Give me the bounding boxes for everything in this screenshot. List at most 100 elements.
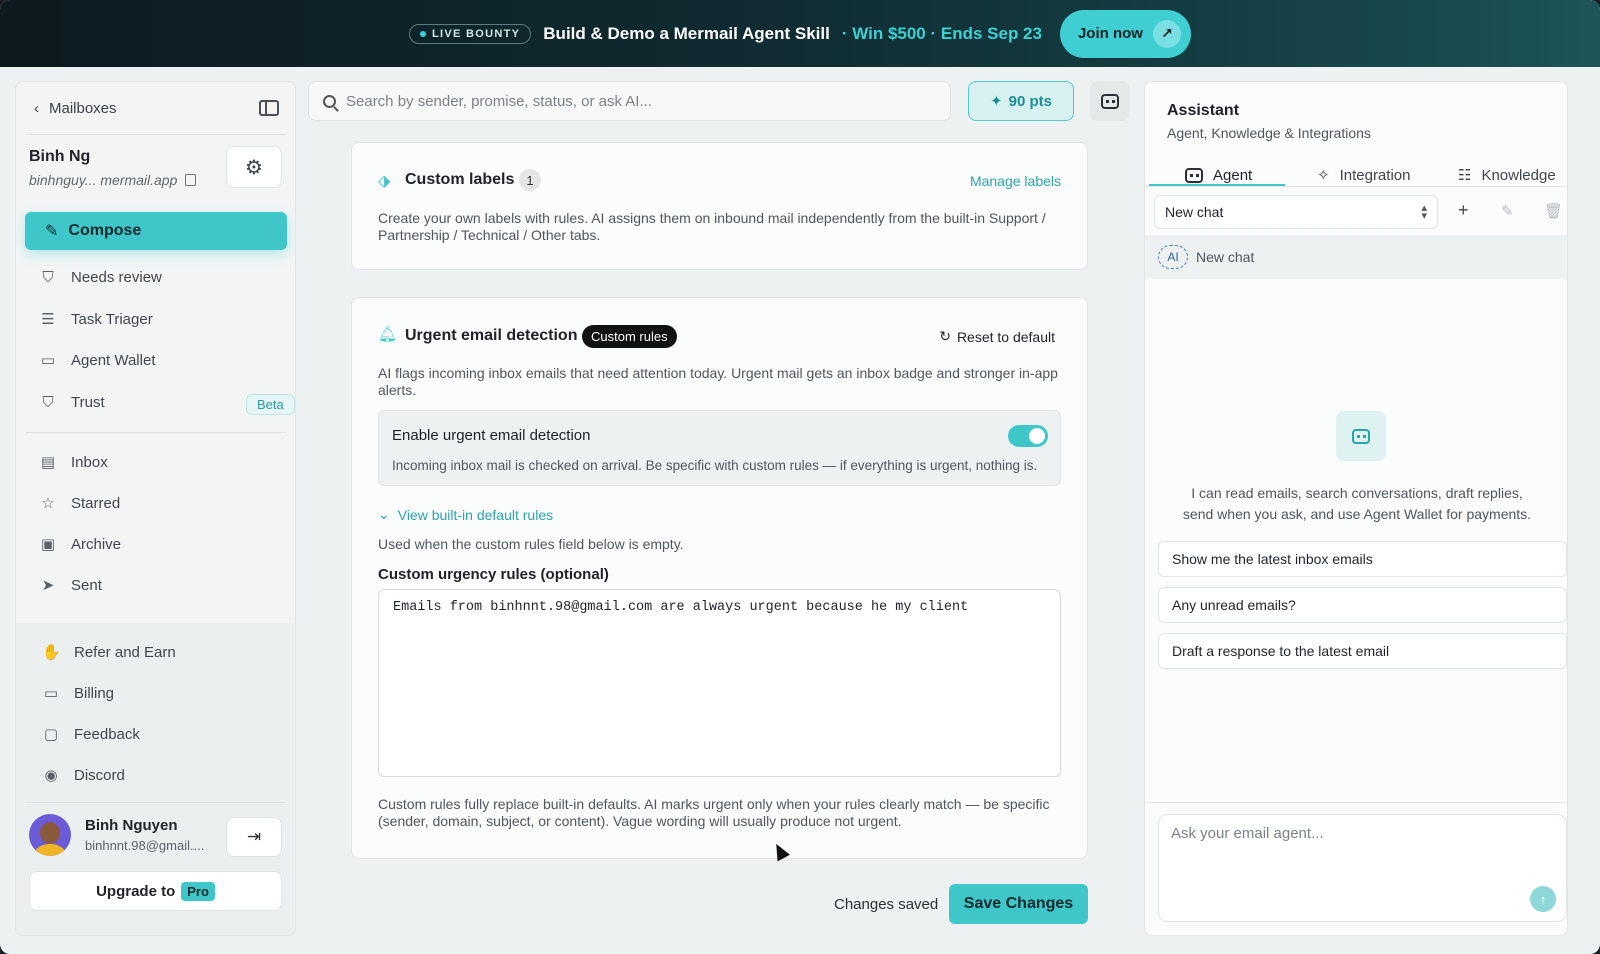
custom-rules-textarea[interactable]: Emails from binhnnt.98@gmail.com are alw… <box>378 589 1061 777</box>
sidebar-item-label: Trust <box>71 394 105 411</box>
trash-icon[interactable]: 🗑︎ <box>1544 202 1563 220</box>
assistant-panel: Assistant Agent, Knowledge & Integration… <box>1144 81 1568 936</box>
compose-button[interactable]: ✎ Compose <box>25 212 287 250</box>
sidebar-item-feedback[interactable]: ▢ Feedback <box>42 725 140 744</box>
sidebar-item-label: Refer and Earn <box>74 643 176 661</box>
puzzle-icon: ✧ <box>1317 167 1330 184</box>
tab-integration[interactable]: ✧ Integration <box>1317 157 1410 193</box>
tab-label: Agent <box>1213 166 1253 184</box>
tab-agent[interactable]: Agent <box>1185 157 1252 193</box>
logout-button[interactable]: ⇥ <box>226 817 282 857</box>
sidebar-header: ‹ Mailboxes <box>16 82 295 134</box>
urgent-detection-toggle[interactable] <box>1008 425 1048 447</box>
custom-labels-description: Create your own labels with rules. AI as… <box>378 210 1046 243</box>
user-name: Binh Ng <box>29 148 91 165</box>
agent-input[interactable] <box>1171 825 1551 885</box>
tab-label: Knowledge <box>1481 166 1556 184</box>
chat-list-item[interactable]: AI New chat <box>1145 235 1567 279</box>
search-input[interactable] <box>346 92 936 110</box>
refresh-icon: ↻ <box>939 328 951 344</box>
save-status: Changes saved <box>834 896 939 913</box>
custom-rules-label: Custom urgency rules (optional) <box>378 566 609 583</box>
active-tab-indicator <box>1149 184 1285 186</box>
sidebar-item-discord[interactable]: ◉ Discord <box>42 766 124 785</box>
banner-accent: · Win $500 · Ends Sep 23 <box>841 23 1042 43</box>
sidebar-item-sent[interactable]: ➤ Sent <box>39 576 102 595</box>
profile: Binh Nguyen binhnnt.98@gmail.... <box>29 814 204 856</box>
sidebar-item-inbox[interactable]: ▤ Inbox <box>39 453 108 472</box>
sidebar-item-label: Needs review <box>71 269 162 286</box>
wallet-icon: ▭ <box>40 352 56 369</box>
custom-labels-card: ⬗ Custom labels 1 Manage labels Create y… <box>351 142 1088 270</box>
live-dot-icon <box>420 30 427 37</box>
sidebar-item-task-triager[interactable]: ☰ Task Triager <box>39 310 153 329</box>
reset-to-default-button[interactable]: ↻ Reset to default <box>939 328 1055 345</box>
upgrade-button[interactable]: Upgrade to Pro <box>29 871 282 911</box>
join-now-button[interactable]: Join now ↗ <box>1059 9 1191 58</box>
enable-urgent-box: Enable urgent email detection Incoming i… <box>378 410 1061 486</box>
bounty-banner: LIVE BOUNTY Build & Demo a Mermail Agent… <box>0 0 1600 67</box>
save-changes-button[interactable]: Save Changes <box>949 884 1088 924</box>
copy-icon[interactable] <box>185 174 197 186</box>
custom-labels-title: Custom labels <box>405 171 515 188</box>
sidebar-item-trust[interactable]: ⛉ Trust Beta <box>39 394 295 415</box>
sidebar-item-agent-wallet[interactable]: ▭ Agent Wallet <box>39 351 156 370</box>
assistant-subtitle: Agent, Knowledge & Integrations <box>1167 125 1371 141</box>
labels-count-badge: 1 <box>519 169 541 191</box>
manage-labels-link[interactable]: Manage labels <box>970 173 1061 189</box>
sidebar-item-starred[interactable]: ☆ Starred <box>39 494 121 513</box>
database-icon: ☷ <box>1458 167 1472 184</box>
avatar <box>29 814 71 856</box>
upgrade-label: Upgrade to <box>96 882 176 900</box>
inbox-icon: ▤ <box>40 454 56 471</box>
live-bounty-pill: LIVE BOUNTY <box>409 23 532 44</box>
agent-input-box: ↑ <box>1158 814 1567 922</box>
send-button[interactable]: ↑ <box>1530 886 1556 912</box>
sidebar-item-needs-review[interactable]: ⛉ Needs review <box>39 269 162 286</box>
suggestion-button[interactable]: Show me the latest inbox emails <box>1158 541 1567 577</box>
toggle-description: Incoming inbox mail is checked on arriva… <box>392 458 1038 473</box>
pro-badge: Pro <box>181 881 215 901</box>
tab-knowledge[interactable]: ☷ Knowledge <box>1458 157 1556 193</box>
points-button[interactable]: ✦ 90 pts <box>968 81 1074 121</box>
sidebar-item-archive[interactable]: ▣ Archive <box>39 535 122 554</box>
ai-badge: AI <box>1158 245 1188 269</box>
toggle-title: Enable urgent email detection <box>392 427 591 444</box>
profile-email: binhnnt.98@gmail.... <box>85 838 205 853</box>
logout-icon: ⇥ <box>246 827 262 846</box>
billing-icon: ▭ <box>43 685 59 702</box>
tab-divider <box>1145 186 1567 187</box>
sidebar-item-label: Archive <box>71 535 122 553</box>
sidebar-item-label: Billing <box>74 684 115 702</box>
plus-icon[interactable]: + <box>1458 200 1469 221</box>
view-rules-label: View built-in default rules <box>397 506 554 523</box>
sidebar-item-billing[interactable]: ▭ Billing <box>42 684 115 703</box>
chat-item-label: New chat <box>1196 249 1255 265</box>
empty-state-icon <box>1336 411 1386 461</box>
sidebar: ‹ Mailboxes Binh Ng binhnguy... mermail.… <box>15 81 296 936</box>
view-default-rules-link[interactable]: ⌄ View built-in default rules <box>378 506 553 523</box>
user-email: binhnguy... mermail.app <box>29 172 178 188</box>
suggestion-button[interactable]: Any unread emails? <box>1158 587 1567 623</box>
reset-label: Reset to default <box>956 328 1055 345</box>
sidebar-item-label: Starred <box>71 494 121 512</box>
assistant-toggle-button[interactable] <box>1090 81 1130 121</box>
search-bar <box>308 81 951 121</box>
chat-select[interactable]: New chat ▴ ▾ <box>1154 195 1438 229</box>
compose-label: Compose <box>68 222 142 239</box>
star-icon: ☆ <box>41 495 55 512</box>
back-label: Mailboxes <box>49 99 117 117</box>
suggestion-button[interactable]: Draft a response to the latest email <box>1158 633 1567 669</box>
sidebar-item-label: Task Triager <box>71 310 153 328</box>
edit-icon[interactable]: ✎ <box>1501 202 1514 220</box>
urgent-detection-title: Urgent email detection <box>405 327 578 344</box>
sidebar-toggle-icon[interactable] <box>259 100 279 116</box>
feedback-icon: ▢ <box>43 726 59 743</box>
custom-rules-badge: Custom rules <box>582 325 677 348</box>
back-to-mailboxes[interactable]: ‹ Mailboxes <box>34 100 117 117</box>
assistant-title: Assistant <box>1167 102 1240 119</box>
live-bounty-label: LIVE BOUNTY <box>432 27 521 40</box>
empty-state-text: I can read emails, search conversations,… <box>1182 485 1532 522</box>
settings-button[interactable]: ⚙ <box>226 146 282 188</box>
sidebar-item-refer-and-earn[interactable]: ✋ Refer and Earn <box>42 643 176 662</box>
